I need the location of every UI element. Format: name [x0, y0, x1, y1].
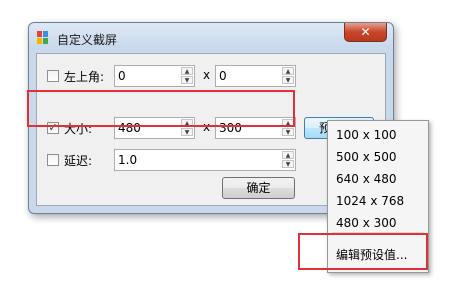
spin-down-icon[interactable]: ▼	[181, 128, 193, 136]
preset-menu-item[interactable]: 500 x 500	[336, 150, 397, 164]
ok-button-label: 确定	[246, 181, 271, 195]
delay-label: 延迟:	[64, 154, 93, 168]
delay-value: 1.0	[118, 153, 138, 167]
spin-down-icon[interactable]: ▼	[181, 76, 193, 84]
delay-input[interactable]: 1.0 ▲ ▼	[114, 149, 296, 171]
spin-up-icon[interactable]: ▲	[181, 67, 193, 75]
spin-down-icon[interactable]: ▼	[282, 160, 294, 168]
preset-menu-item[interactable]: 100 x 100	[336, 128, 397, 142]
close-button[interactable]: ✕	[344, 23, 387, 42]
top-left-x-value: 0	[118, 69, 126, 83]
window-title: 自定义截屏	[57, 33, 118, 47]
top-left-checkbox[interactable]	[47, 70, 59, 82]
top-left-y-value: 0	[219, 69, 227, 83]
top-left-separator: x	[203, 68, 211, 82]
top-left-x-input[interactable]: 0 ▲ ▼	[114, 65, 195, 87]
size-row-highlight	[27, 90, 295, 127]
top-left-y-input[interactable]: 0 ▲ ▼	[215, 65, 296, 87]
preset-menu-item[interactable]: 480 x 300	[336, 216, 397, 230]
top-left-label: 左上角:	[64, 70, 105, 84]
ok-button[interactable]: 确定	[222, 177, 295, 199]
close-icon: ✕	[360, 25, 371, 39]
spin-up-icon[interactable]: ▲	[282, 67, 294, 75]
delay-checkbox[interactable]	[47, 154, 59, 166]
spin-down-icon[interactable]: ▼	[282, 128, 294, 136]
title-bar[interactable]: 自定义截屏 ✕	[29, 23, 393, 51]
spin-down-icon[interactable]: ▼	[282, 76, 294, 84]
preset-menu-item[interactable]: 640 x 480	[336, 172, 397, 186]
edit-item-highlight	[298, 233, 428, 270]
preset-menu-item[interactable]: 1024 x 768	[336, 194, 404, 208]
app-icon	[37, 31, 49, 45]
spin-up-icon[interactable]: ▲	[282, 151, 294, 159]
